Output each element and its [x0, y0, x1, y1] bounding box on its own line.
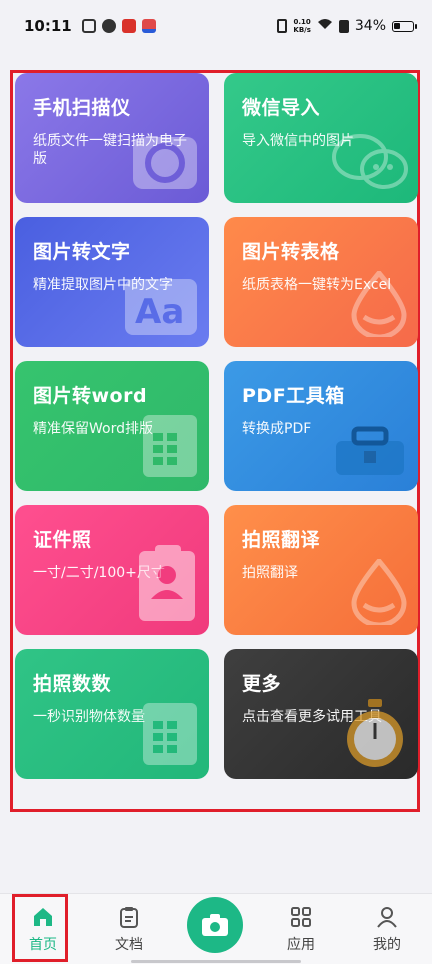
text-aa-icon: Aa [121, 275, 201, 341]
tool-card-id-photo[interactable]: 证件照 一寸/二寸/100+尺寸 [15, 505, 209, 635]
wifi-icon [317, 18, 333, 34]
nav-apps-label: 应用 [287, 937, 315, 953]
sim-icon [338, 19, 349, 33]
tool-card-more[interactable]: 更多 点击查看更多试用工具 [224, 649, 418, 779]
tool-card-photo-count[interactable]: 拍照数数 一秒识别物体数量 [15, 649, 209, 779]
grid-icon [291, 907, 311, 927]
clipboard-icon [120, 907, 138, 928]
app-blue-icon [141, 19, 156, 33]
tool-title: 图片转文字 [33, 241, 131, 263]
nav-docs-label: 文档 [115, 937, 143, 953]
id-photo-icon [135, 541, 201, 629]
tool-title: 拍照翻译 [242, 529, 321, 551]
status-bar: 10:11 0.10 KB/s 34% [0, 0, 432, 52]
nav-mine-label: 我的 [373, 937, 401, 953]
battery-percent: 34% [354, 18, 386, 34]
toolbox-icon [330, 421, 410, 485]
tool-title: 微信导入 [242, 97, 321, 119]
stopwatch-icon [340, 697, 410, 773]
drop-icon [348, 557, 410, 629]
tool-card-wechat-import[interactable]: 微信导入 导入微信中的图片 [224, 73, 418, 203]
message-icon [81, 19, 96, 33]
svg-text:Aa: Aa [135, 292, 184, 332]
netspeed: 0.10 KB/s [293, 18, 311, 34]
document-table-icon [139, 699, 201, 773]
nav-mine[interactable]: 我的 [344, 894, 430, 964]
tool-title: 图片转表格 [242, 241, 340, 263]
tool-card-image-to-table[interactable]: 图片转表格 纸质表格一键转为Excel [224, 217, 418, 347]
user-icon [377, 907, 397, 928]
camera-button[interactable] [187, 897, 243, 953]
document-table-icon [139, 411, 201, 485]
tool-card-pdf-toolbox[interactable]: PDF工具箱 转换成PDF [224, 361, 418, 491]
home-highlight-frame [12, 894, 68, 962]
app-red-icon [121, 19, 136, 33]
tool-title: 手机扫描仪 [33, 97, 131, 119]
tools-grid: 手机扫描仪 纸质文件一键扫描为电子版 微信导入 导入微信中的图片 图片转文字 精… [15, 73, 418, 779]
home-indicator [131, 960, 301, 963]
tool-title: 图片转word [33, 385, 148, 407]
camera-icon [202, 914, 228, 936]
tool-card-photo-translate[interactable]: 拍照翻译 拍照翻译 [224, 505, 418, 635]
battery-icon [392, 20, 417, 32]
status-time: 10:11 [24, 17, 72, 35]
nav-docs[interactable]: 文档 [86, 894, 172, 964]
tool-title: PDF工具箱 [242, 385, 345, 407]
nav-camera[interactable] [172, 894, 258, 964]
wechat-icon [330, 131, 410, 197]
tool-card-image-to-word[interactable]: 图片转word 精准保留Word排版 [15, 361, 209, 491]
tool-card-image-to-text[interactable]: 图片转文字 精准提取图片中的文字 Aa [15, 217, 209, 347]
tool-title: 拍照数数 [33, 673, 112, 695]
vibrate-icon [277, 19, 288, 33]
camera-lens-icon [129, 131, 201, 197]
drop-icon [348, 269, 410, 341]
nav-apps[interactable]: 应用 [258, 894, 344, 964]
tool-card-scanner[interactable]: 手机扫描仪 纸质文件一键扫描为电子版 [15, 73, 209, 203]
tool-title: 更多 [242, 673, 282, 695]
app-icon [101, 19, 116, 33]
